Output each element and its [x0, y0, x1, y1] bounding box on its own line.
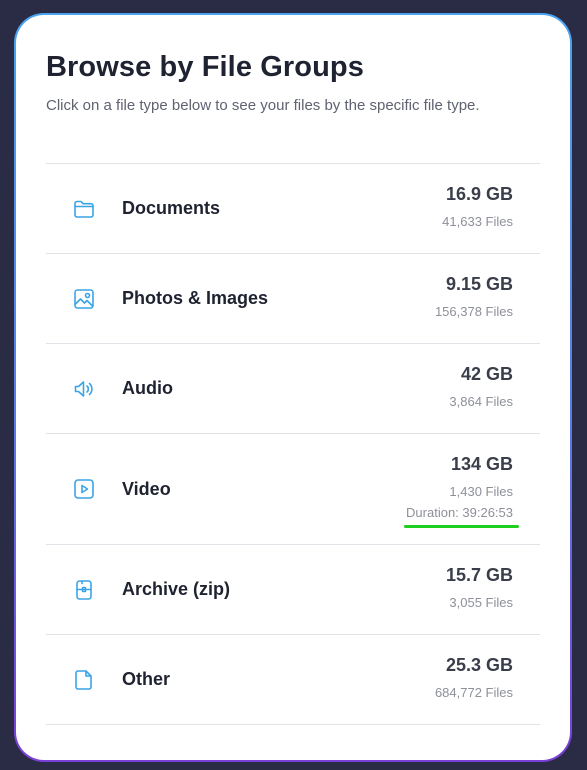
- file-group-meta: 134 GB 1,430 Files Duration: 39:26:53: [404, 453, 519, 528]
- file-group-size: 25.3 GB: [445, 655, 513, 675]
- play-icon: [72, 477, 96, 501]
- file-group-count: 684,772 Files: [434, 685, 513, 700]
- folder-icon: [72, 197, 96, 221]
- file-group-meta: 9.15 GB 156,378 Files: [435, 273, 513, 320]
- page-title: Browse by File Groups: [46, 51, 364, 83]
- file-group-row-audio[interactable]: Audio 42 GB 3,864 Files: [46, 344, 540, 434]
- file-group-list: Documents 16.9 GB 41,633 Files Photos & …: [46, 163, 540, 725]
- file-group-size: 9.15 GB: [445, 274, 513, 294]
- video-duration: Duration: 39:26:53: [404, 505, 519, 528]
- file-group-size: 134 GB: [450, 454, 513, 474]
- file-group-row-photos[interactable]: Photos & Images 9.15 GB 156,378 Files: [46, 254, 540, 344]
- speaker-icon: [72, 377, 96, 401]
- file-group-meta: 42 GB 3,864 Files: [449, 363, 513, 410]
- file-group-size: 16.9 GB: [445, 184, 513, 204]
- file-group-count: 156,378 Files: [434, 304, 513, 319]
- file-group-row-video[interactable]: Video 134 GB 1,430 Files Duration: 39:26…: [46, 434, 540, 545]
- file-group-size: 42 GB: [460, 364, 513, 384]
- file-group-meta: 16.9 GB 41,633 Files: [442, 183, 513, 230]
- file-group-count: 1,430 Files: [449, 484, 513, 499]
- file-groups-card: Browse by File Groups Click on a file ty…: [16, 15, 570, 760]
- file-group-row-other[interactable]: Other 25.3 GB 684,772 Files: [46, 635, 540, 725]
- duration-highlight-underline: [404, 525, 519, 528]
- file-group-size: 15.7 GB: [445, 565, 513, 585]
- file-group-count: 41,633 Files: [442, 214, 513, 229]
- image-icon: [72, 287, 96, 311]
- file-group-meta: 25.3 GB 684,772 Files: [435, 654, 513, 701]
- card-border: Browse by File Groups Click on a file ty…: [14, 13, 572, 762]
- file-icon: [72, 668, 96, 692]
- page-subtitle: Click on a file type below to see your f…: [46, 97, 480, 114]
- file-group-row-archive[interactable]: Archive (zip) 15.7 GB 3,055 Files: [46, 545, 540, 635]
- file-group-meta: 15.7 GB 3,055 Files: [446, 564, 513, 611]
- zip-icon: [72, 578, 96, 602]
- file-group-count: 3,864 Files: [449, 394, 513, 409]
- file-group-count: 3,055 Files: [449, 595, 513, 610]
- video-duration-text: Duration: 39:26:53: [406, 505, 513, 520]
- file-group-row-documents[interactable]: Documents 16.9 GB 41,633 Files: [46, 164, 540, 254]
